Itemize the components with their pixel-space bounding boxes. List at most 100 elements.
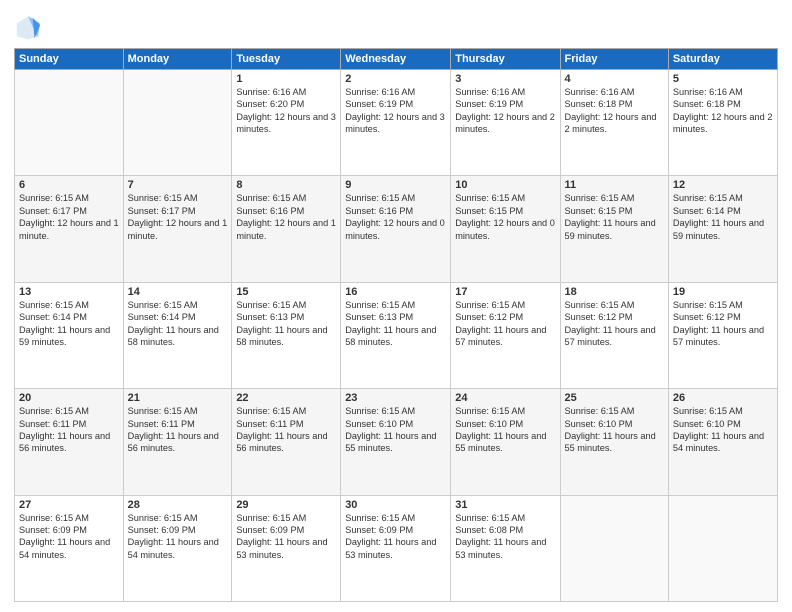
calendar-table: SundayMondayTuesdayWednesdayThursdayFrid… bbox=[14, 48, 778, 602]
day-number: 22 bbox=[236, 392, 336, 404]
day-info: Sunrise: 6:15 AM Sunset: 6:12 PM Dayligh… bbox=[565, 299, 664, 349]
calendar-cell: 28Sunrise: 6:15 AM Sunset: 6:09 PM Dayli… bbox=[123, 495, 232, 601]
calendar-cell: 4Sunrise: 6:16 AM Sunset: 6:18 PM Daylig… bbox=[560, 70, 668, 176]
calendar-cell: 27Sunrise: 6:15 AM Sunset: 6:09 PM Dayli… bbox=[15, 495, 124, 601]
calendar-cell: 26Sunrise: 6:15 AM Sunset: 6:10 PM Dayli… bbox=[668, 389, 777, 495]
calendar-cell: 31Sunrise: 6:15 AM Sunset: 6:08 PM Dayli… bbox=[451, 495, 560, 601]
day-info: Sunrise: 6:16 AM Sunset: 6:20 PM Dayligh… bbox=[236, 86, 336, 136]
day-number: 18 bbox=[565, 286, 664, 298]
calendar-cell bbox=[15, 70, 124, 176]
day-info: Sunrise: 6:15 AM Sunset: 6:12 PM Dayligh… bbox=[455, 299, 555, 349]
day-number: 15 bbox=[236, 286, 336, 298]
day-number: 26 bbox=[673, 392, 773, 404]
day-info: Sunrise: 6:15 AM Sunset: 6:16 PM Dayligh… bbox=[236, 192, 336, 242]
day-info: Sunrise: 6:15 AM Sunset: 6:08 PM Dayligh… bbox=[455, 512, 555, 562]
day-info: Sunrise: 6:16 AM Sunset: 6:18 PM Dayligh… bbox=[673, 86, 773, 136]
week-row-5: 27Sunrise: 6:15 AM Sunset: 6:09 PM Dayli… bbox=[15, 495, 778, 601]
calendar-cell: 21Sunrise: 6:15 AM Sunset: 6:11 PM Dayli… bbox=[123, 389, 232, 495]
calendar-cell bbox=[668, 495, 777, 601]
calendar-cell: 8Sunrise: 6:15 AM Sunset: 6:16 PM Daylig… bbox=[232, 176, 341, 282]
day-number: 1 bbox=[236, 73, 336, 85]
day-number: 20 bbox=[19, 392, 119, 404]
calendar-cell: 1Sunrise: 6:16 AM Sunset: 6:20 PM Daylig… bbox=[232, 70, 341, 176]
day-info: Sunrise: 6:15 AM Sunset: 6:09 PM Dayligh… bbox=[345, 512, 446, 562]
day-number: 16 bbox=[345, 286, 446, 298]
day-info: Sunrise: 6:15 AM Sunset: 6:11 PM Dayligh… bbox=[19, 405, 119, 455]
calendar-cell: 14Sunrise: 6:15 AM Sunset: 6:14 PM Dayli… bbox=[123, 282, 232, 388]
calendar-cell: 17Sunrise: 6:15 AM Sunset: 6:12 PM Dayli… bbox=[451, 282, 560, 388]
calendar-cell bbox=[123, 70, 232, 176]
day-number: 10 bbox=[455, 179, 555, 191]
calendar-cell bbox=[560, 495, 668, 601]
calendar-cell: 29Sunrise: 6:15 AM Sunset: 6:09 PM Dayli… bbox=[232, 495, 341, 601]
day-info: Sunrise: 6:15 AM Sunset: 6:17 PM Dayligh… bbox=[128, 192, 228, 242]
header bbox=[14, 10, 778, 42]
day-number: 27 bbox=[19, 499, 119, 511]
calendar-cell: 13Sunrise: 6:15 AM Sunset: 6:14 PM Dayli… bbox=[15, 282, 124, 388]
day-info: Sunrise: 6:15 AM Sunset: 6:10 PM Dayligh… bbox=[673, 405, 773, 455]
day-info: Sunrise: 6:15 AM Sunset: 6:13 PM Dayligh… bbox=[236, 299, 336, 349]
day-number: 2 bbox=[345, 73, 446, 85]
day-number: 28 bbox=[128, 499, 228, 511]
day-info: Sunrise: 6:15 AM Sunset: 6:16 PM Dayligh… bbox=[345, 192, 446, 242]
day-info: Sunrise: 6:15 AM Sunset: 6:11 PM Dayligh… bbox=[236, 405, 336, 455]
day-number: 3 bbox=[455, 73, 555, 85]
week-row-4: 20Sunrise: 6:15 AM Sunset: 6:11 PM Dayli… bbox=[15, 389, 778, 495]
day-info: Sunrise: 6:15 AM Sunset: 6:14 PM Dayligh… bbox=[673, 192, 773, 242]
day-info: Sunrise: 6:16 AM Sunset: 6:19 PM Dayligh… bbox=[345, 86, 446, 136]
day-number: 14 bbox=[128, 286, 228, 298]
weekday-header-monday: Monday bbox=[123, 49, 232, 70]
weekday-header-thursday: Thursday bbox=[451, 49, 560, 70]
weekday-header-friday: Friday bbox=[560, 49, 668, 70]
day-number: 24 bbox=[455, 392, 555, 404]
calendar-cell: 20Sunrise: 6:15 AM Sunset: 6:11 PM Dayli… bbox=[15, 389, 124, 495]
day-info: Sunrise: 6:15 AM Sunset: 6:10 PM Dayligh… bbox=[565, 405, 664, 455]
day-info: Sunrise: 6:15 AM Sunset: 6:14 PM Dayligh… bbox=[128, 299, 228, 349]
calendar-cell: 23Sunrise: 6:15 AM Sunset: 6:10 PM Dayli… bbox=[341, 389, 451, 495]
day-info: Sunrise: 6:16 AM Sunset: 6:19 PM Dayligh… bbox=[455, 86, 555, 136]
day-info: Sunrise: 6:15 AM Sunset: 6:14 PM Dayligh… bbox=[19, 299, 119, 349]
calendar-cell: 5Sunrise: 6:16 AM Sunset: 6:18 PM Daylig… bbox=[668, 70, 777, 176]
weekday-header-tuesday: Tuesday bbox=[232, 49, 341, 70]
day-info: Sunrise: 6:15 AM Sunset: 6:11 PM Dayligh… bbox=[128, 405, 228, 455]
day-info: Sunrise: 6:15 AM Sunset: 6:10 PM Dayligh… bbox=[455, 405, 555, 455]
day-info: Sunrise: 6:15 AM Sunset: 6:10 PM Dayligh… bbox=[345, 405, 446, 455]
calendar-cell: 19Sunrise: 6:15 AM Sunset: 6:12 PM Dayli… bbox=[668, 282, 777, 388]
calendar-cell: 18Sunrise: 6:15 AM Sunset: 6:12 PM Dayli… bbox=[560, 282, 668, 388]
day-number: 21 bbox=[128, 392, 228, 404]
calendar-cell: 2Sunrise: 6:16 AM Sunset: 6:19 PM Daylig… bbox=[341, 70, 451, 176]
logo-icon bbox=[14, 14, 42, 42]
calendar-cell: 10Sunrise: 6:15 AM Sunset: 6:15 PM Dayli… bbox=[451, 176, 560, 282]
day-number: 12 bbox=[673, 179, 773, 191]
weekday-header-saturday: Saturday bbox=[668, 49, 777, 70]
day-number: 7 bbox=[128, 179, 228, 191]
week-row-2: 6Sunrise: 6:15 AM Sunset: 6:17 PM Daylig… bbox=[15, 176, 778, 282]
day-number: 30 bbox=[345, 499, 446, 511]
calendar-cell: 15Sunrise: 6:15 AM Sunset: 6:13 PM Dayli… bbox=[232, 282, 341, 388]
day-number: 19 bbox=[673, 286, 773, 298]
week-row-3: 13Sunrise: 6:15 AM Sunset: 6:14 PM Dayli… bbox=[15, 282, 778, 388]
day-number: 11 bbox=[565, 179, 664, 191]
day-info: Sunrise: 6:15 AM Sunset: 6:09 PM Dayligh… bbox=[236, 512, 336, 562]
logo bbox=[14, 14, 44, 42]
weekday-header-row: SundayMondayTuesdayWednesdayThursdayFrid… bbox=[15, 49, 778, 70]
calendar-cell: 22Sunrise: 6:15 AM Sunset: 6:11 PM Dayli… bbox=[232, 389, 341, 495]
calendar-cell: 3Sunrise: 6:16 AM Sunset: 6:19 PM Daylig… bbox=[451, 70, 560, 176]
day-number: 31 bbox=[455, 499, 555, 511]
day-number: 17 bbox=[455, 286, 555, 298]
day-info: Sunrise: 6:15 AM Sunset: 6:15 PM Dayligh… bbox=[455, 192, 555, 242]
page: SundayMondayTuesdayWednesdayThursdayFrid… bbox=[0, 0, 792, 612]
week-row-1: 1Sunrise: 6:16 AM Sunset: 6:20 PM Daylig… bbox=[15, 70, 778, 176]
day-info: Sunrise: 6:15 AM Sunset: 6:09 PM Dayligh… bbox=[19, 512, 119, 562]
day-info: Sunrise: 6:15 AM Sunset: 6:09 PM Dayligh… bbox=[128, 512, 228, 562]
day-info: Sunrise: 6:16 AM Sunset: 6:18 PM Dayligh… bbox=[565, 86, 664, 136]
calendar-cell: 12Sunrise: 6:15 AM Sunset: 6:14 PM Dayli… bbox=[668, 176, 777, 282]
calendar-cell: 24Sunrise: 6:15 AM Sunset: 6:10 PM Dayli… bbox=[451, 389, 560, 495]
day-number: 4 bbox=[565, 73, 664, 85]
day-number: 8 bbox=[236, 179, 336, 191]
calendar-cell: 9Sunrise: 6:15 AM Sunset: 6:16 PM Daylig… bbox=[341, 176, 451, 282]
weekday-header-sunday: Sunday bbox=[15, 49, 124, 70]
day-info: Sunrise: 6:15 AM Sunset: 6:15 PM Dayligh… bbox=[565, 192, 664, 242]
weekday-header-wednesday: Wednesday bbox=[341, 49, 451, 70]
day-number: 5 bbox=[673, 73, 773, 85]
